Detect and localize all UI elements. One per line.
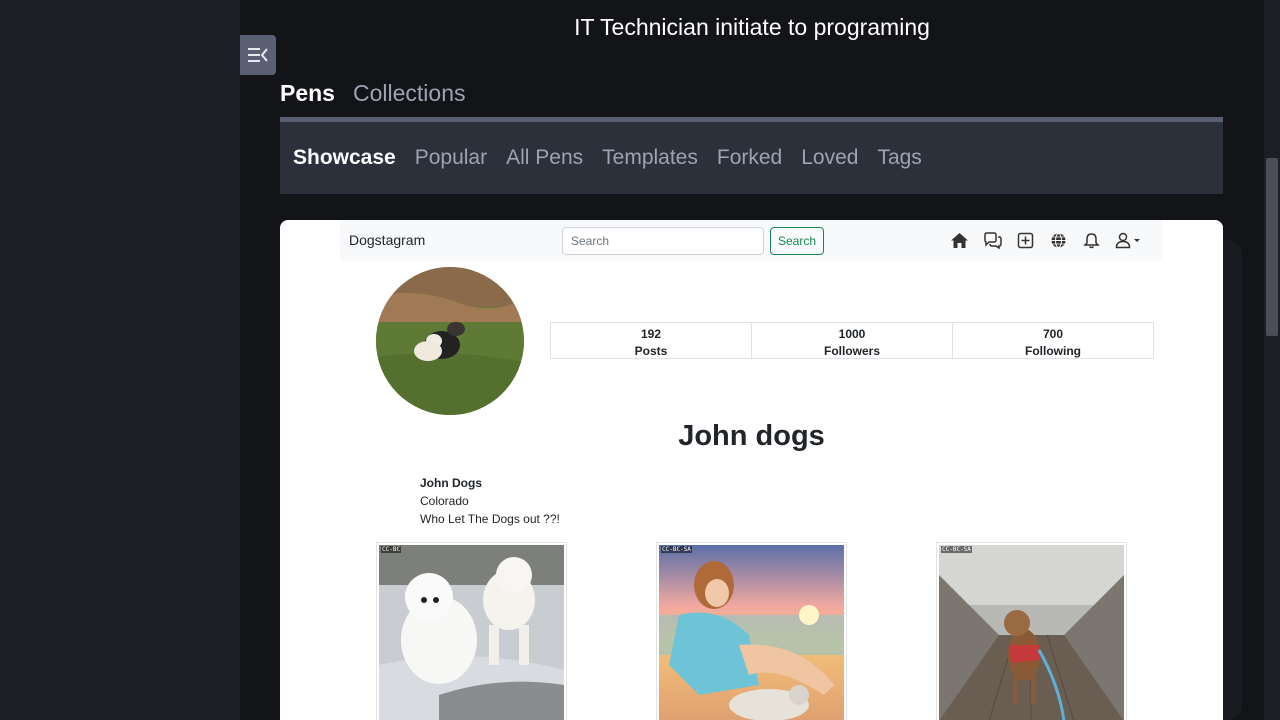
stat-following-label: Following <box>1025 344 1081 358</box>
collapse-sidebar-icon <box>248 48 268 62</box>
home-icon[interactable] <box>950 231 969 250</box>
bio-name: John Dogs <box>420 476 482 490</box>
stat-posts[interactable]: 192 Posts <box>551 323 752 358</box>
bio-tagline: Who Let The Dogs out ??! <box>420 512 560 526</box>
stat-posts-value: 192 <box>640 327 662 341</box>
tab-loved[interactable]: Loved <box>801 146 858 170</box>
tab-pens[interactable]: Pens <box>280 80 335 107</box>
profile-bio: John Dogs Colorado Who Let The Dogs out … <box>420 474 560 528</box>
tab-all-pens[interactable]: All Pens <box>506 146 583 170</box>
dogstagram-navbar: Dogstagram Search <box>340 220 1162 261</box>
add-post-icon[interactable] <box>1016 231 1035 250</box>
post-thumbnail[interactable]: CC-BC-SA <box>936 542 1127 720</box>
pens-sub-nav: Showcase Popular All Pens Templates Fork… <box>280 117 1223 194</box>
tab-popular[interactable]: Popular <box>415 146 487 170</box>
sidebar-collapse-button[interactable] <box>240 35 276 75</box>
stat-followers-label: Followers <box>823 344 880 358</box>
left-sidebar <box>0 0 240 720</box>
chat-icon[interactable] <box>983 231 1002 250</box>
showcase-pen-preview[interactable]: Dogstagram Search Search 192 Posts 1000 … <box>280 220 1223 720</box>
brand-link[interactable]: Dogstagram <box>349 232 425 248</box>
stat-following[interactable]: 700 Following <box>953 323 1153 358</box>
profile-stats: 192 Posts 1000 Followers 700 Following <box>550 322 1154 359</box>
scrollbar-track[interactable] <box>1264 0 1280 720</box>
stat-followers[interactable]: 1000 Followers <box>752 323 953 358</box>
bell-icon[interactable] <box>1082 231 1101 250</box>
profile-display-name: John dogs <box>678 420 825 452</box>
post-license-badge: CC-BC-SA <box>941 546 972 553</box>
user-dropdown-icon[interactable] <box>1115 231 1145 250</box>
pen-tabs: Pens Collections <box>280 80 465 107</box>
bio-location: Colorado <box>420 494 469 508</box>
tab-templates[interactable]: Templates <box>602 146 698 170</box>
tab-forked[interactable]: Forked <box>717 146 782 170</box>
search-button[interactable]: Search <box>770 227 824 255</box>
profile-title: IT Technician initiate to programing <box>574 14 930 40</box>
stat-posts-label: Posts <box>634 344 668 358</box>
tab-collections[interactable]: Collections <box>353 80 466 107</box>
post-gallery: CC-BC CC-BC-SA CC-BC-SA <box>376 542 1128 720</box>
post-thumbnail[interactable]: CC-BC-SA <box>656 542 847 720</box>
navbar-icons <box>950 231 1145 250</box>
scrollbar-thumb[interactable] <box>1266 158 1278 336</box>
globe-icon[interactable] <box>1049 231 1068 250</box>
post-thumbnail[interactable]: CC-BC <box>376 542 567 720</box>
search-input[interactable] <box>562 227 764 255</box>
stat-following-value: 700 <box>1042 327 1064 341</box>
post-license-badge: CC-BC-SA <box>661 546 692 553</box>
tab-tags[interactable]: Tags <box>877 146 921 170</box>
stat-followers-value: 1000 <box>838 327 866 341</box>
post-license-badge: CC-BC <box>381 546 402 553</box>
profile-avatar <box>376 267 524 415</box>
tab-showcase[interactable]: Showcase <box>293 146 396 170</box>
